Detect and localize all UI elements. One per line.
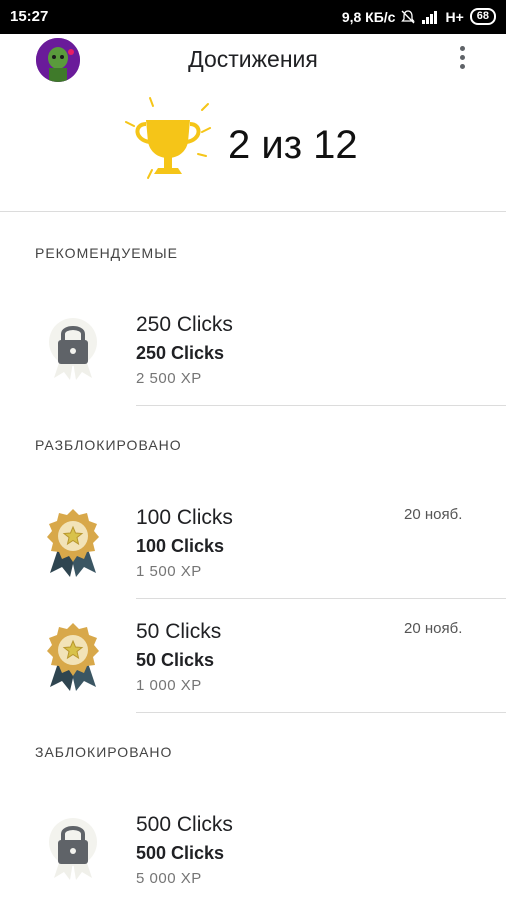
app-bar: Достижения	[0, 34, 506, 90]
status-bar: 15:27 9,8 КБ/с H+ 68	[0, 0, 506, 34]
item-divider	[136, 405, 506, 406]
achievement-item-500-clicks[interactable]: 500 Clicks 500 Clicks 5 000 XP	[0, 800, 506, 910]
section-unlocked-label: РАЗБЛОКИРОВАНО	[35, 437, 182, 453]
network-type: H+	[445, 8, 464, 25]
achievement-item-50-clicks[interactable]: 50 Clicks 50 Clicks 1 000 XP 20 нояб.	[0, 607, 506, 717]
achievement-date: 20 нояб.	[404, 620, 463, 637]
achievement-subtitle: 100 Clicks	[136, 536, 225, 556]
achievement-subtitle: 250 Clicks	[136, 343, 225, 363]
achievement-xp: 1 000 XP	[136, 677, 202, 694]
page-title: Достижения	[188, 46, 318, 72]
trophy-icon	[125, 97, 211, 179]
achievement-xp: 1 500 XP	[136, 563, 202, 580]
network-speed: 9,8 КБ/с	[341, 8, 396, 25]
achievement-subtitle: 500 Clicks	[136, 843, 225, 863]
item-divider	[136, 598, 506, 599]
section-recommended-label: РЕКОМЕНДУЕМЫЕ	[35, 245, 178, 261]
achievement-title: 250 Clicks	[136, 313, 233, 336]
signal-icon	[422, 10, 438, 24]
achievement-date: 20 нояб.	[404, 506, 463, 523]
lock-icon	[49, 318, 97, 380]
status-right: 9,8 КБ/с H+ 68	[342, 8, 496, 25]
more-options-icon[interactable]	[452, 44, 472, 74]
achievement-xp: 2 500 XP	[136, 370, 202, 387]
status-time: 15:27	[10, 8, 49, 25]
battery-icon: 68	[469, 8, 496, 25]
achievement-xp: 5 000 XP	[136, 870, 202, 887]
achievement-title: 500 Clicks	[136, 813, 233, 836]
divider	[0, 211, 506, 212]
lock-icon	[49, 818, 97, 880]
achievement-item-100-clicks[interactable]: 100 Clicks 100 Clicks 1 500 XP 20 нояб.	[0, 493, 506, 603]
achievements-summary: 2 из 12	[0, 90, 506, 210]
achievement-item-250-clicks[interactable]: 250 Clicks 250 Clicks 2 500 XP	[0, 300, 506, 410]
achievement-title: 100 Clicks	[136, 506, 233, 529]
medal-icon	[47, 509, 99, 577]
achievement-title: 50 Clicks	[136, 620, 222, 643]
item-divider	[136, 712, 506, 713]
section-locked-label: ЗАБЛОКИРОВАНО	[35, 744, 173, 760]
mute-icon	[401, 9, 416, 23]
achievement-subtitle: 50 Clicks	[136, 650, 215, 670]
medal-icon	[47, 623, 99, 691]
achievements-count: 2 из 12	[228, 123, 358, 167]
